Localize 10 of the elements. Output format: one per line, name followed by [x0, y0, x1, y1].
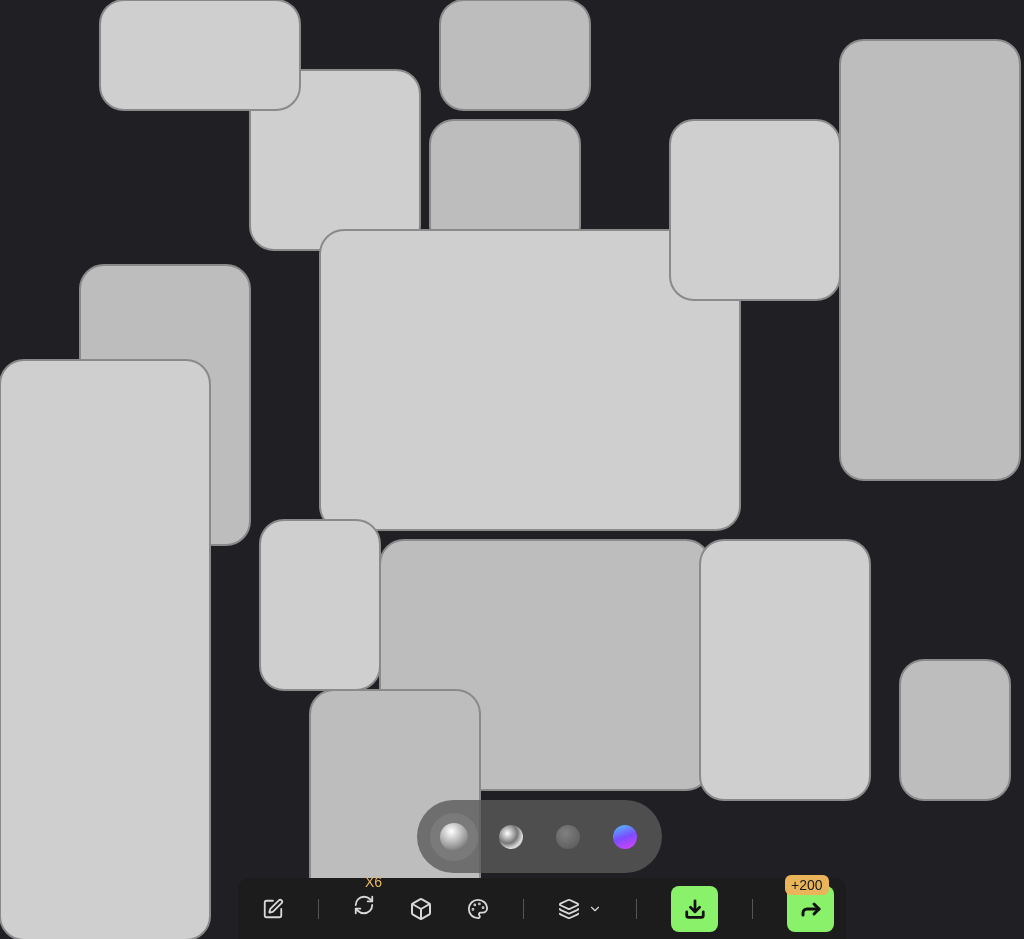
- cube-icon[interactable]: [409, 896, 433, 921]
- download-icon: [683, 897, 706, 920]
- layers-icon: [558, 897, 580, 920]
- material-option[interactable]: [429, 812, 478, 861]
- download-button[interactable]: [671, 885, 718, 932]
- palette-icon[interactable]: [467, 897, 489, 920]
- edit-icon[interactable]: [262, 897, 284, 920]
- remaining-count: X6: [365, 873, 383, 892]
- layers-dropdown[interactable]: [558, 897, 602, 920]
- regenerate-icon[interactable]: [353, 894, 375, 916]
